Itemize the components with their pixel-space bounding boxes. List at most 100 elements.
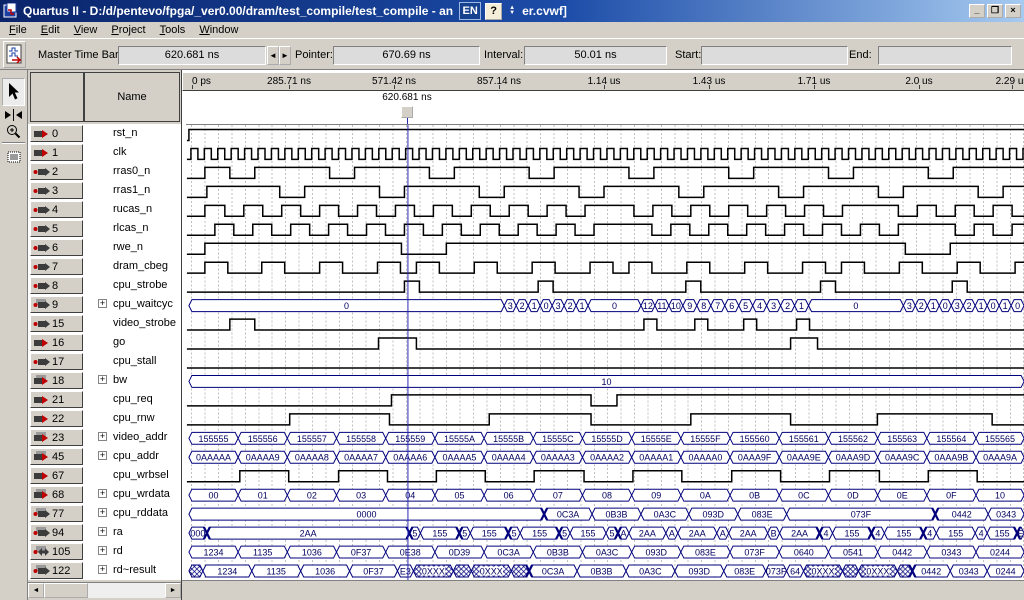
signal-row-clk[interactable]: 1clk — [28, 143, 181, 162]
signal-row-cpu_wrdata[interactable]: 68+cpu_wrdata — [28, 485, 181, 504]
signal-handle-cell[interactable]: 0 — [30, 125, 83, 142]
signal-handle-cell[interactable]: 77 — [30, 505, 83, 522]
signal-row-cpu_rddata[interactable]: 77+cpu_rddata — [28, 504, 181, 523]
full-screen-button[interactable] — [2, 148, 25, 165]
signal-handle-cell[interactable]: 8 — [30, 277, 83, 294]
menu-edit[interactable]: Edit — [35, 23, 68, 37]
help-icon[interactable]: ? — [485, 3, 502, 20]
menu-project[interactable]: Project — [105, 23, 153, 37]
wave-row-rd[interactable]: 1234113510360F370E380D390C3A0B3B0A3C093D… — [189, 546, 1024, 558]
expand-plus-icon[interactable]: + — [98, 432, 107, 441]
close-button[interactable]: × — [1005, 4, 1021, 18]
zoom-tool-button[interactable] — [2, 123, 25, 139]
wave-row-rd~result[interactable]: 1234113510360F37E30XXX0XXX0C3A0B3B0A3C09… — [189, 565, 1024, 577]
expand-plus-icon[interactable]: + — [98, 375, 107, 384]
master-time-bar-track[interactable]: 620.681 ns — [182, 91, 1024, 124]
time-bar-tool-button[interactable] — [2, 107, 25, 122]
signal-row-cpu_req[interactable]: 21cpu_req — [28, 390, 181, 409]
wave-row-ra[interactable]: 0002AA51555155515551555A2AAA2AAA2AAB2AA4… — [189, 527, 1024, 539]
signal-handle-cell[interactable]: 94 — [30, 524, 83, 541]
signal-handle-cell[interactable]: 7 — [30, 258, 83, 275]
expand-plus-icon[interactable]: + — [98, 451, 107, 460]
expand-plus-icon[interactable]: + — [98, 508, 107, 517]
scrollbar-thumb[interactable] — [44, 583, 88, 598]
signal-handle-cell[interactable]: 16 — [30, 334, 83, 351]
wave-row-cpu_waitcyc[interactable]: 03210321012111098765432103210321010 — [189, 300, 1024, 312]
signal-handle-cell[interactable]: 45 — [30, 448, 83, 465]
signal-row-bw[interactable]: 18+bw — [28, 371, 181, 390]
lang-arrows-icon[interactable]: ▲▼ — [506, 3, 518, 19]
expand-plus-icon[interactable]: + — [98, 565, 107, 574]
waveform-canvas[interactable]: 03210321012111098765432103210321010 10 155… — [186, 124, 1024, 580]
signal-row-cpu_strobe[interactable]: 8cpu_strobe — [28, 276, 181, 295]
signal-row-rwe_n[interactable]: 6rwe_n — [28, 238, 181, 257]
wave-row-cpu_rnw[interactable] — [187, 414, 1024, 425]
signal-row-cpu_addr[interactable]: 45+cpu_addr — [28, 447, 181, 466]
signal-row-video_addr[interactable]: 23+video_addr — [28, 428, 181, 447]
signal-handle-cell[interactable]: 4 — [30, 201, 83, 218]
expand-plus-icon[interactable]: + — [98, 527, 107, 536]
signal-handle-cell[interactable]: 21 — [30, 391, 83, 408]
waveform-editor-icon[interactable] — [3, 41, 26, 68]
signal-handle-cell[interactable]: 67 — [30, 467, 83, 484]
name-panel-hscrollbar[interactable]: ◄ ► — [28, 582, 181, 598]
start-field[interactable] — [701, 46, 848, 65]
signal-row-video_strobe[interactable]: 15video_strobe — [28, 314, 181, 333]
signal-row-rucas_n[interactable]: 4rucas_n — [28, 200, 181, 219]
scroll-right-arrow[interactable]: ► — [165, 583, 181, 598]
signal-handle-cell[interactable]: 23 — [30, 429, 83, 446]
selection-tool-button[interactable] — [2, 78, 25, 106]
master-time-bar-field[interactable]: 620.681 ns — [118, 46, 266, 65]
expand-plus-icon[interactable]: + — [98, 299, 107, 308]
end-field[interactable] — [878, 46, 1012, 65]
signal-row-dram_cbeg[interactable]: 7dram_cbeg — [28, 257, 181, 276]
signal-row-rst_n[interactable]: 0rst_n — [28, 124, 181, 143]
signal-row-rras0_n[interactable]: 2rras0_n — [28, 162, 181, 181]
signal-row-cpu_rnw[interactable]: 22cpu_rnw — [28, 409, 181, 428]
time-axis[interactable]: 0 ps285.71 ns571.42 ns857.14 ns1.14 us1.… — [182, 72, 1024, 91]
signal-row-cpu_wrbsel[interactable]: 67cpu_wrbsel — [28, 466, 181, 485]
signal-handle-cell[interactable]: 22 — [30, 410, 83, 427]
wave-row-cpu_wrdata[interactable]: 000102030405060708090A0B0C0D0E0F10 — [189, 489, 1024, 501]
signal-row-cpu_waitcyc[interactable]: 9+cpu_waitcyc — [28, 295, 181, 314]
menu-window[interactable]: Window — [193, 23, 246, 37]
signal-handle-cell[interactable]: 105 — [30, 543, 83, 560]
signal-handle-cell[interactable]: 18 — [30, 372, 83, 389]
minimize-button[interactable]: _ — [969, 4, 985, 18]
signal-row-ra[interactable]: 94+ra — [28, 523, 181, 542]
signal-handle-cell[interactable]: 68 — [30, 486, 83, 503]
signal-handle-cell[interactable]: 3 — [30, 182, 83, 199]
wave-row-go[interactable] — [187, 338, 1024, 349]
signal-handle-cell[interactable]: 2 — [30, 163, 83, 180]
signal-row-rlcas_n[interactable]: 5rlcas_n — [28, 219, 181, 238]
wave-row-dram_cbeg[interactable] — [187, 262, 1024, 273]
signal-row-rras1_n[interactable]: 3rras1_n — [28, 181, 181, 200]
wave-row-bw[interactable]: 10 — [189, 375, 1024, 387]
expand-plus-icon[interactable]: + — [98, 489, 107, 498]
wave-row-cpu_rddata[interactable]: 00000C3A0B3B0A3C093D083E073F04420343 — [189, 508, 1024, 520]
signal-handle-cell[interactable]: 5 — [30, 220, 83, 237]
signal-row-rd[interactable]: 105+rd — [28, 542, 181, 561]
wave-row-video_addr[interactable]: 15555515555615555715555815555915555A1555… — [189, 432, 1024, 444]
wave-row-cpu_addr[interactable]: 0AAAAA0AAAA90AAAA80AAAA70AAAA60AAAA50AAA… — [189, 451, 1024, 463]
signal-handle-cell[interactable]: 6 — [30, 239, 83, 256]
signal-row-rd~result[interactable]: 122+rd~result — [28, 561, 181, 580]
master-time-spin-right[interactable]: ► — [279, 46, 291, 65]
signal-row-go[interactable]: 16go — [28, 333, 181, 352]
menu-view[interactable]: View — [68, 23, 106, 37]
signal-handle-cell[interactable]: 15 — [30, 315, 83, 332]
expand-plus-icon[interactable]: + — [98, 546, 107, 555]
signal-handle-cell[interactable]: 17 — [30, 353, 83, 370]
restore-button[interactable]: ❐ — [987, 4, 1003, 18]
signal-handle-cell[interactable]: 122 — [30, 562, 83, 579]
signal-handle-cell[interactable]: 1 — [30, 144, 83, 161]
signal-handle-cell[interactable]: 9 — [30, 296, 83, 313]
master-time-bar-handle[interactable] — [401, 106, 413, 118]
scroll-left-arrow[interactable]: ◄ — [28, 583, 44, 598]
signal-row-cpu_stall[interactable]: 17cpu_stall — [28, 352, 181, 371]
menu-file[interactable]: File — [3, 23, 35, 37]
language-badge[interactable]: EN — [459, 2, 481, 20]
wave-row-rras1_n[interactable] — [187, 186, 1024, 197]
master-time-spin-left[interactable]: ◄ — [267, 46, 279, 65]
menu-tools[interactable]: Tools — [154, 23, 194, 37]
